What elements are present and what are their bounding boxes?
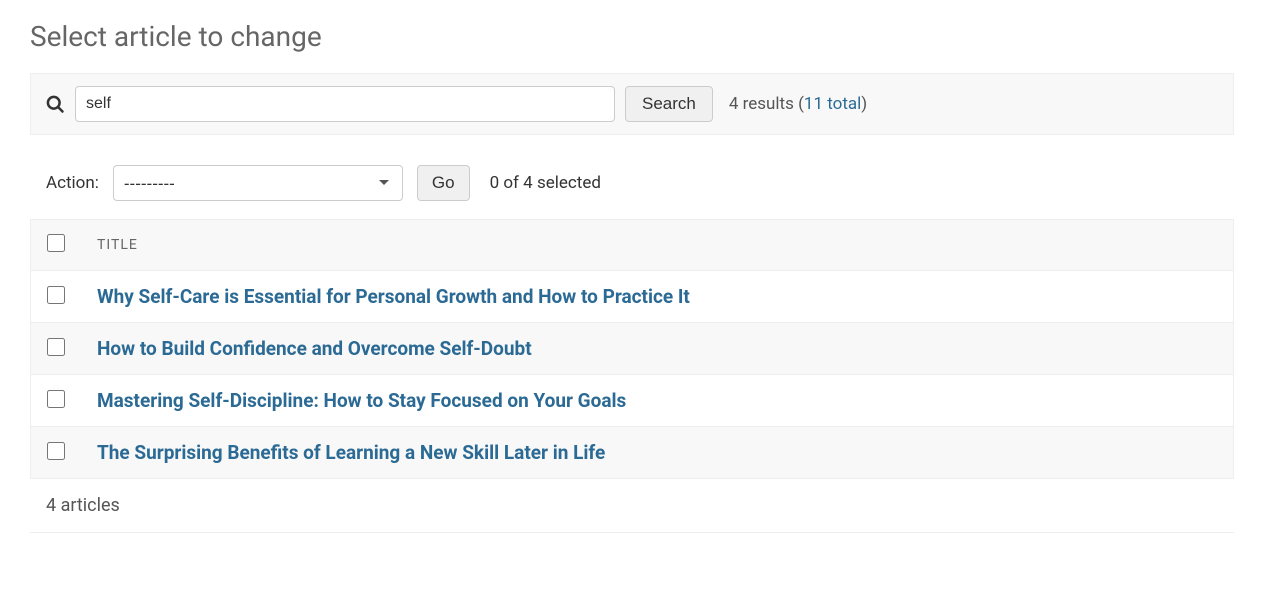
select-all-checkbox[interactable] <box>47 234 65 252</box>
results-prefix: 4 results ( <box>729 94 804 114</box>
title-header[interactable]: TITLE <box>81 220 1234 271</box>
action-bar: Action: --------- Go 0 of 4 selected <box>30 165 1234 201</box>
table-row: The Surprising Benefits of Learning a Ne… <box>31 427 1234 479</box>
row-checkbox[interactable] <box>47 338 65 356</box>
article-link[interactable]: How to Build Confidence and Overcome Sel… <box>97 337 532 360</box>
search-icon <box>45 94 65 114</box>
table-row: How to Build Confidence and Overcome Sel… <box>31 323 1234 375</box>
results-suffix: ) <box>861 94 867 114</box>
search-toolbar: Search 4 results (11 total) <box>30 73 1234 135</box>
article-link[interactable]: Mastering Self-Discipline: How to Stay F… <box>97 389 626 412</box>
selection-count: 0 of 4 selected <box>490 173 601 193</box>
row-checkbox[interactable] <box>47 390 65 408</box>
select-all-header <box>31 220 82 271</box>
results-count: 4 results (11 total) <box>729 94 867 114</box>
article-link[interactable]: The Surprising Benefits of Learning a Ne… <box>97 441 605 464</box>
table-row: Mastering Self-Discipline: How to Stay F… <box>31 375 1234 427</box>
go-button[interactable]: Go <box>417 165 470 201</box>
article-link[interactable]: Why Self-Care is Essential for Personal … <box>97 285 690 308</box>
total-count-link[interactable]: 11 total <box>804 94 861 114</box>
footer-count: 4 articles <box>30 479 1234 533</box>
action-select[interactable]: --------- <box>113 165 403 201</box>
page-title: Select article to change <box>30 20 1234 53</box>
table-row: Why Self-Care is Essential for Personal … <box>31 271 1234 323</box>
search-button[interactable]: Search <box>625 86 713 122</box>
action-label: Action: <box>46 173 99 193</box>
results-table: TITLE Why Self-Care is Essential for Per… <box>30 219 1234 479</box>
search-input[interactable] <box>75 86 615 122</box>
row-checkbox[interactable] <box>47 442 65 460</box>
row-checkbox[interactable] <box>47 286 65 304</box>
